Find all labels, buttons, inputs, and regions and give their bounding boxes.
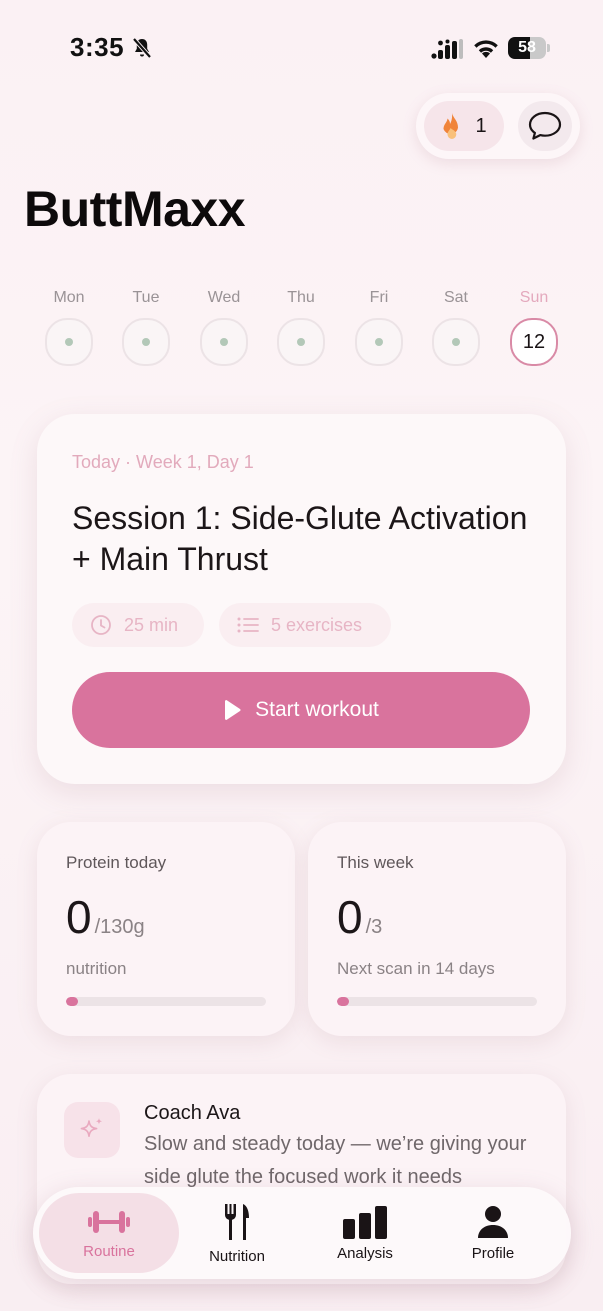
protein-value: 0 <box>66 891 92 943</box>
wifi-icon <box>474 40 498 58</box>
protein-sub: nutrition <box>66 959 127 978</box>
tab-bar: Routine Nutrition Analysis Profile <box>33 1187 571 1279</box>
day-label: Mon <box>53 289 85 306</box>
signal-icon <box>431 39 463 59</box>
exercises-text: 5 exercises <box>271 614 363 635</box>
day-circle-tue[interactable] <box>122 318 170 366</box>
day-circle-thu[interactable] <box>277 318 325 366</box>
day-circle-wed[interactable] <box>200 318 248 366</box>
chat-button[interactable] <box>518 101 572 151</box>
day-dot <box>65 338 73 346</box>
play-icon <box>225 700 241 720</box>
day-circle-mon[interactable] <box>45 318 93 366</box>
battery-percent: 58 <box>518 39 536 56</box>
streak-count: 1 <box>475 114 487 137</box>
workout-card: Today · Week 1, Day 1 Session 1: Side-Gl… <box>37 414 566 784</box>
protein-label: Protein today <box>66 853 167 872</box>
chat-bubble-icon <box>528 111 562 140</box>
tab-profile-label: Profile <box>471 1244 515 1262</box>
day-circle-fri[interactable] <box>355 318 403 366</box>
day-tue: Tue <box>107 288 185 366</box>
day-date: 12 <box>522 330 546 353</box>
protein-value-row: 0 /130g <box>66 890 145 944</box>
day-dot <box>297 338 305 346</box>
tab-nutrition-label: Nutrition <box>209 1247 265 1265</box>
tab-profile[interactable]: Profile <box>429 1193 557 1273</box>
day-label-today: Sun <box>519 289 549 306</box>
day-dot <box>142 338 150 346</box>
week-sub: Next scan in 14 days <box>337 959 495 978</box>
week-unit: /3 <box>365 916 383 938</box>
streak-button[interactable]: 1 <box>424 101 504 151</box>
dumbbell-icon <box>88 1210 130 1233</box>
week-progress <box>337 997 537 1006</box>
tab-routine[interactable]: Routine <box>39 1193 179 1273</box>
sparkle-icon <box>64 1102 120 1158</box>
start-workout-button[interactable]: Start workout <box>72 672 530 748</box>
person-icon <box>478 1205 508 1238</box>
week-card[interactable]: This week 0 /3 Next scan in 14 days <box>308 822 566 1036</box>
week-strip: Mon Tue Wed Thu Fri Sat Sun 12 <box>30 288 578 368</box>
fork-knife-icon <box>225 1203 249 1240</box>
duration-chip: 25 min <box>72 603 204 647</box>
day-circle-today[interactable]: 12 <box>510 318 558 366</box>
day-label: Thu <box>287 289 315 306</box>
app-title: ButtMaxx <box>24 181 246 237</box>
day-fri: Fri <box>340 288 418 366</box>
day-mon: Mon <box>30 288 108 366</box>
clock-icon <box>91 615 111 635</box>
day-sun: Sun 12 <box>495 288 573 366</box>
week-label: This week <box>337 853 414 872</box>
day-label: Wed <box>207 289 241 306</box>
bar-chart-icon <box>343 1205 387 1239</box>
battery-icon: 58 <box>508 37 546 59</box>
workout-title: Session 1: Side-Glute Activation + Main … <box>72 500 528 577</box>
flame-icon <box>443 113 459 139</box>
start-workout-label: Start workout <box>255 698 379 721</box>
day-label: Sat <box>443 289 468 306</box>
day-sat: Sat <box>417 288 495 366</box>
coach-name: Coach Ava <box>144 1102 241 1124</box>
day-label: Tue <box>132 289 160 306</box>
tab-routine-label: Routine <box>83 1242 135 1260</box>
bell-slash-icon <box>132 37 152 59</box>
day-dot <box>452 338 460 346</box>
tab-analysis[interactable]: Analysis <box>301 1193 429 1273</box>
day-label: Fri <box>369 289 389 306</box>
status-bar: 3:35 58 <box>0 0 603 96</box>
day-dot <box>375 338 383 346</box>
coach-message: Slow and steady today — we’re giving you… <box>144 1133 527 1188</box>
tab-analysis-label: Analysis <box>337 1244 393 1262</box>
tab-nutrition[interactable]: Nutrition <box>173 1193 301 1273</box>
day-thu: Thu <box>262 288 340 366</box>
header-actions: 1 <box>416 93 580 159</box>
exercises-chip: 5 exercises <box>219 603 391 647</box>
week-progress-fill <box>337 997 349 1006</box>
day-circle-sat[interactable] <box>432 318 480 366</box>
protein-card[interactable]: Protein today 0 /130g nutrition <box>37 822 295 1036</box>
status-time: 3:35 <box>70 32 125 62</box>
protein-unit: /130g <box>94 916 145 938</box>
week-value-row: 0 /3 <box>337 890 382 944</box>
protein-progress <box>66 997 266 1006</box>
battery-cap <box>547 44 550 52</box>
day-dot <box>220 338 228 346</box>
list-icon <box>237 617 259 633</box>
workout-eyebrow: Today · Week 1, Day 1 <box>72 452 254 472</box>
duration-text: 25 min <box>124 614 179 635</box>
week-value: 0 <box>337 891 363 943</box>
protein-progress-fill <box>66 997 78 1006</box>
day-wed: Wed <box>185 288 263 366</box>
